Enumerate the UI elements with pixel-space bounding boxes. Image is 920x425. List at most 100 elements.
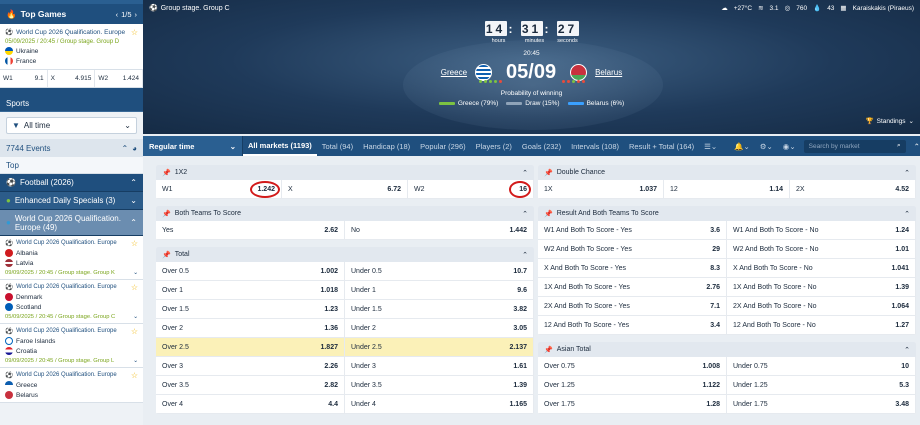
list-item[interactable]: ⚽ World Cup 2026 Qualification. Europe ☆ F…	[0, 324, 143, 368]
odds-w1[interactable]: W1 9.1	[0, 70, 48, 87]
odds-cell[interactable]: Over 4 4.4	[156, 395, 345, 414]
gear-icon[interactable]: ⚙⌄	[760, 142, 773, 151]
odds-cell[interactable]: Under 1.75 3.48	[727, 395, 916, 414]
tab-intervals[interactable]: Intervals (108)	[566, 136, 624, 156]
odds-cell[interactable]: X And Both To Score - Yes 8.3	[538, 259, 727, 278]
market-header[interactable]: 📌 Asian Total ⌃	[538, 342, 916, 357]
tab-result-total[interactable]: Result + Total (164)	[624, 136, 699, 156]
odds-cell[interactable]: W1 And Both To Score - No 1.24	[727, 221, 916, 240]
globe-icon[interactable]: ◕	[132, 144, 137, 153]
list-item[interactable]: ⚽ World Cup 2026 Qualification. Europe ☆ D…	[0, 280, 143, 324]
pin-icon[interactable]: 📌	[162, 251, 171, 259]
pin-icon[interactable]: 📌	[544, 210, 553, 218]
odds-cell[interactable]: 12 1.14	[664, 180, 790, 199]
odds-cell[interactable]: 1X 1.037	[538, 180, 664, 199]
period-filter-select[interactable]: ▼ All time ⌄	[6, 117, 137, 134]
eye-icon[interactable]: ◉⌄	[783, 142, 796, 151]
top-link[interactable]: Top	[0, 157, 143, 174]
odds-x[interactable]: X 4.915	[48, 70, 96, 87]
odds-cell[interactable]: Over 2 1.36	[156, 319, 345, 338]
odds-cell[interactable]: Over 0.75 1.008	[538, 357, 727, 376]
odds-cell[interactable]: W2 And Both To Score - Yes 29	[538, 240, 727, 259]
odds-cell[interactable]: Under 0.75 10	[727, 357, 916, 376]
odds-cell[interactable]: Under 1 9.6	[345, 281, 534, 300]
odds-cell[interactable]: Under 1.25 5.3	[727, 376, 916, 395]
standings-button[interactable]: 🏆 Standings ⌄	[866, 117, 914, 126]
odds-cell-w2[interactable]: W2 16	[408, 180, 534, 199]
top-games-pager[interactable]: ‹ 1/5 ›	[116, 10, 137, 19]
star-icon[interactable]: ☆	[131, 283, 138, 292]
odds-cell[interactable]: No 1.442	[345, 221, 534, 240]
odds-cell[interactable]: 12 And Both To Score - No 1.27	[727, 316, 916, 335]
tab-goals[interactable]: Goals (232)	[517, 136, 566, 156]
collapse-icon[interactable]: ⌃	[914, 142, 920, 151]
pin-icon[interactable]: 📌	[162, 210, 171, 218]
odds-w2[interactable]: W2 1.424	[95, 70, 143, 87]
odds-cell[interactable]: Over 1 1.018	[156, 281, 345, 300]
chevron-right-icon[interactable]: ›	[135, 10, 138, 19]
market-header[interactable]: 📌 1X2 ⌃	[156, 165, 534, 180]
events-count-row[interactable]: 7744 Events ⌃ ◕	[0, 139, 143, 157]
chevron-down-icon[interactable]: ⌄	[133, 358, 138, 364]
odds-cell[interactable]: Over 1.25 1.122	[538, 376, 727, 395]
tab-total[interactable]: Total (94)	[317, 136, 358, 156]
market-header[interactable]: 📌 Total ⌃	[156, 247, 534, 262]
odds-cell[interactable]: X And Both To Score - No 1.041	[727, 259, 916, 278]
market-search-input[interactable]: Search by market ⌕	[803, 139, 906, 153]
search-icon[interactable]: ⌕	[897, 142, 901, 150]
star-icon[interactable]: ☆	[131, 239, 138, 248]
odds-cell[interactable]: Over 3 2.26	[156, 357, 345, 376]
more-tabs-icon[interactable]: ☰⌄	[699, 136, 722, 156]
chevron-down-icon[interactable]: ⌄	[133, 314, 138, 320]
star-icon[interactable]: ☆	[131, 28, 138, 37]
odds-cell[interactable]: Yes 2.62	[156, 221, 345, 240]
odds-cell[interactable]: 1X And Both To Score - Yes 2.76	[538, 278, 727, 297]
team1-link[interactable]: Greece	[441, 68, 467, 77]
odds-cell[interactable]: W1 And Both To Score - Yes 3.6	[538, 221, 727, 240]
pin-icon[interactable]: 📌	[544, 346, 553, 354]
chevron-up-icon[interactable]: ⌃	[121, 144, 128, 153]
category-football[interactable]: ⚽ Football (2026) ⌃	[0, 174, 143, 192]
top-games-header[interactable]: 🔥 Top Games ‹ 1/5 ›	[0, 4, 143, 24]
star-icon[interactable]: ☆	[131, 327, 138, 336]
pin-icon[interactable]: 📌	[162, 169, 171, 177]
odds-cell[interactable]: Over 0.5 1.002	[156, 262, 345, 281]
league-header[interactable]: ● World Cup 2026 Qualification. Europe (4…	[0, 210, 143, 236]
market-header[interactable]: 📌 Both Teams To Score ⌃	[156, 206, 534, 221]
odds-cell[interactable]: Over 3.5 2.82	[156, 376, 345, 395]
odds-cell[interactable]: Under 1.5 3.82	[345, 300, 534, 319]
market-header[interactable]: 📌 Result And Both Teams To Score ⌃	[538, 206, 916, 221]
odds-cell-w1[interactable]: W1 1.242	[156, 180, 282, 199]
odds-cell[interactable]: Under 4 1.165	[345, 395, 534, 414]
odds-cell-highlighted[interactable]: Under 2.5 2.137	[345, 338, 534, 357]
list-item[interactable]: ⚽ World Cup 2026 Qualification. Europe ☆ A…	[0, 236, 143, 280]
star-icon[interactable]: ☆	[131, 371, 138, 380]
category-enhanced-daily-specials[interactable]: ● Enhanced Daily Specials (3) ⌄	[0, 192, 143, 210]
odds-cell-x[interactable]: X 6.72	[282, 180, 408, 199]
odds-cell[interactable]: W2 And Both To Score - No 1.01	[727, 240, 916, 259]
list-item[interactable]: ⚽ World Cup 2026 Qualification. Europe ☆ G…	[0, 368, 143, 403]
regular-time-select[interactable]: Regular time ⌄	[143, 136, 243, 156]
pin-icon[interactable]: 📌	[544, 169, 553, 177]
odds-cell[interactable]: Under 0.5 10.7	[345, 262, 534, 281]
bell-icon[interactable]: 🔔⌄	[734, 142, 750, 151]
odds-cell[interactable]: 2X 4.52	[790, 180, 916, 199]
odds-cell[interactable]: Under 3 1.61	[345, 357, 534, 376]
odds-cell[interactable]: 1X And Both To Score - No 1.39	[727, 278, 916, 297]
odds-cell[interactable]: Over 1.5 1.23	[156, 300, 345, 319]
tab-handicap[interactable]: Handicap (18)	[358, 136, 415, 156]
chevron-left-icon[interactable]: ‹	[116, 10, 119, 19]
odds-cell[interactable]: 2X And Both To Score - No 1.064	[727, 297, 916, 316]
odds-cell[interactable]: 12 And Both To Score - Yes 3.4	[538, 316, 727, 335]
team2-link[interactable]: Belarus	[595, 68, 622, 77]
odds-cell[interactable]: Under 3.5 1.39	[345, 376, 534, 395]
market-header[interactable]: 📌 Double Chance ⌃	[538, 165, 916, 180]
tab-all-markets[interactable]: All markets (1193)	[243, 136, 317, 156]
odds-cell[interactable]: Under 2 3.05	[345, 319, 534, 338]
tab-players[interactable]: Players (2)	[471, 136, 517, 156]
odds-cell[interactable]: 2X And Both To Score - Yes 7.1	[538, 297, 727, 316]
odds-cell-highlighted[interactable]: Over 2.5 1.827	[156, 338, 345, 357]
odds-cell[interactable]: Over 1.75 1.28	[538, 395, 727, 414]
chevron-down-icon[interactable]: ⌄	[133, 270, 138, 276]
top-game-card[interactable]: ⚽ World Cup 2026 Qualification. Europe ☆ 0…	[0, 24, 143, 70]
